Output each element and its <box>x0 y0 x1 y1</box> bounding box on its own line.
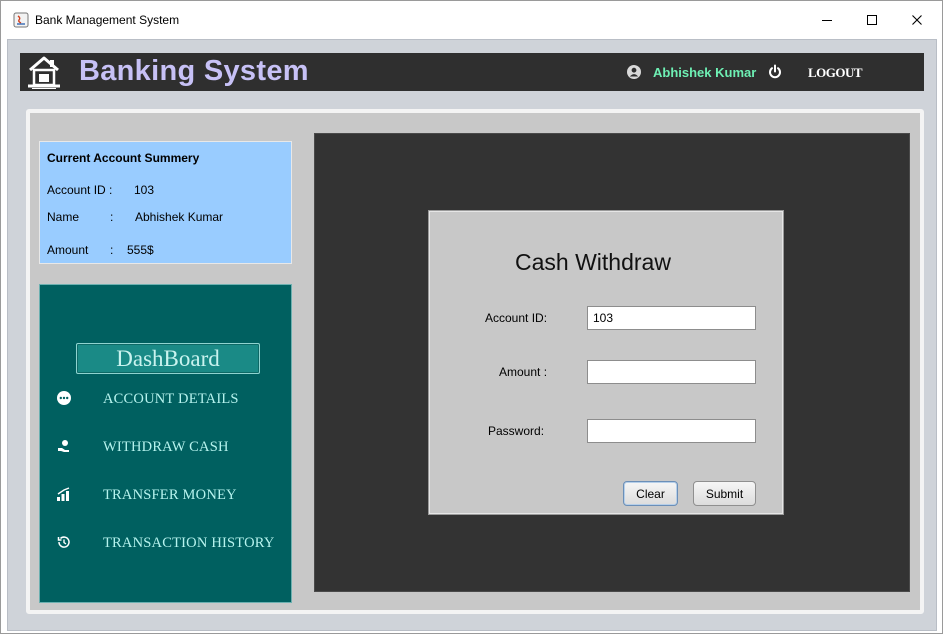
amount-field-label: Amount : <box>499 365 548 379</box>
main-display: Cash Withdraw Account ID: Amount : Passw… <box>314 133 910 592</box>
cash-withdraw-form: Cash Withdraw Account ID: Amount : Passw… <box>428 210 784 515</box>
maximize-button[interactable] <box>849 1 895 39</box>
account-id-label: Account ID : <box>47 183 113 197</box>
user-name: Abhishek Kumar <box>653 65 757 80</box>
amount-field[interactable] <box>587 360 756 384</box>
form-title: Cash Withdraw <box>515 249 671 275</box>
maximize-icon <box>867 15 877 25</box>
amount-separator: : <box>110 243 114 257</box>
account-id-value: 103 <box>134 183 155 197</box>
app-frame: Banking System Abhishek Kumar LOGOUT Cur… <box>7 39 937 631</box>
name-label: Name <box>47 210 80 224</box>
minimize-button[interactable] <box>804 1 850 39</box>
window-title: Bank Management System <box>35 13 180 27</box>
cash-hand-icon <box>58 440 69 452</box>
dashboard-button[interactable]: DashBoard <box>76 343 260 374</box>
bank-logo-icon <box>28 56 60 89</box>
name-value: Abhishek Kumar <box>135 210 224 224</box>
amount-label: Amount <box>47 243 89 257</box>
content-panel: Current Account Summery Account ID : 103… <box>26 109 924 614</box>
application-window: Bank Management System Banking System Ab… <box>0 0 943 634</box>
close-button[interactable] <box>894 1 940 39</box>
password-field[interactable] <box>587 419 756 443</box>
account-id-field[interactable] <box>587 306 756 330</box>
account-id-field-label: Account ID: <box>485 311 548 325</box>
amount-value: 555$ <box>127 243 154 257</box>
minimize-icon <box>822 20 832 21</box>
app-title: Banking System <box>79 55 309 87</box>
user-icon <box>627 65 641 79</box>
nav-item-transaction-history[interactable]: TRANSACTION HISTORY <box>40 530 291 556</box>
account-summary-panel: Current Account Summery Account ID : 103… <box>39 141 292 264</box>
nav-item-label: TRANSACTION HISTORY <box>103 535 275 551</box>
nav-item-label: TRANSFER MONEY <box>103 487 237 503</box>
nav-item-transfer-money[interactable]: TRANSFER MONEY <box>40 482 291 508</box>
password-field-label: Password: <box>488 424 545 438</box>
nav-item-withdraw-cash[interactable]: WITHDRAW CASH <box>40 434 291 460</box>
submit-button[interactable]: Submit <box>693 481 756 506</box>
dashboard-nav: DashBoard ACCOUNT DETAILS WITHDRAW CASH … <box>39 284 292 603</box>
title-bar[interactable]: Bank Management System <box>1 1 942 39</box>
app-header: Banking System Abhishek Kumar LOGOUT <box>20 53 924 91</box>
nav-item-label: WITHDRAW CASH <box>103 439 229 455</box>
name-separator: : <box>110 210 114 224</box>
transfer-chart-icon <box>57 487 70 501</box>
clear-button[interactable]: Clear <box>623 481 678 506</box>
history-icon <box>57 536 70 548</box>
close-icon <box>912 15 922 25</box>
java-app-icon <box>13 12 29 28</box>
logout-button[interactable]: LOGOUT <box>808 65 863 81</box>
summary-title: Current Account Summery <box>47 151 200 165</box>
nav-item-label: ACCOUNT DETAILS <box>103 391 239 407</box>
more-icon <box>57 391 71 405</box>
nav-item-account-details[interactable]: ACCOUNT DETAILS <box>40 386 291 412</box>
power-icon[interactable] <box>768 64 782 79</box>
